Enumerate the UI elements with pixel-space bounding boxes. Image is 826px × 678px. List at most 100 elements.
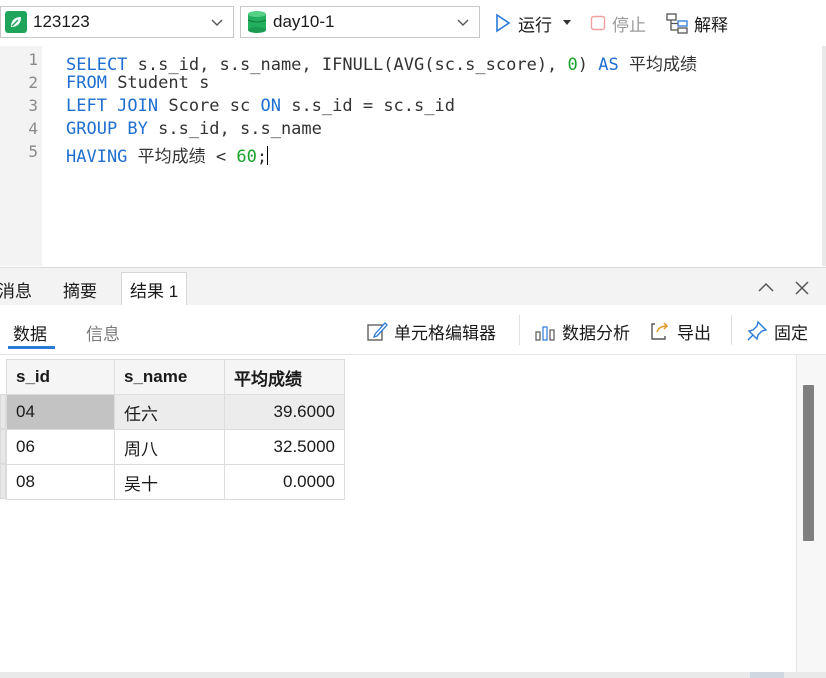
table-cell[interactable]: 任六 (114, 394, 225, 430)
cell-editor-button[interactable]: 单元格编辑器 (366, 319, 496, 343)
code-line[interactable]: GROUP BY s.s_id, s.s_name (66, 119, 322, 139)
horizontal-scrollbar[interactable] (0, 672, 826, 678)
table-cell[interactable]: 08 (6, 464, 115, 500)
sql-text: s.s_id, s.s_name (147, 119, 322, 139)
tab-info[interactable]: 信息 (86, 320, 120, 345)
sql-text: ) (577, 55, 599, 75)
table-row[interactable]: 04 任六 39.6000 (6, 394, 345, 430)
connection-leaf-icon (5, 11, 27, 33)
table-row[interactable]: 08 吴十 0.0000 (6, 464, 345, 500)
column-header[interactable]: s_id (6, 359, 115, 395)
sql-keyword: ON (260, 96, 281, 116)
toolbar: 123123 day10-1 运行 停止 解释 (0, 0, 826, 46)
code-line[interactable]: SELECT s.s_id, s.s_name, IFNULL(AVG(sc.s… (66, 50, 697, 75)
tab-summary[interactable]: 摘要 (63, 272, 97, 306)
line-number-gutter: 1 2 3 4 5 (0, 46, 42, 266)
chevron-down-icon[interactable] (211, 16, 223, 28)
stop-button[interactable]: 停止 (590, 10, 646, 36)
run-button[interactable]: 运行 (494, 10, 572, 36)
connection-select[interactable]: 123123 (0, 6, 234, 38)
scrollbar-thumb[interactable] (803, 385, 814, 541)
run-label: 运行 (518, 15, 552, 35)
line-number: 4 (28, 119, 38, 138)
table-cell[interactable]: 周八 (114, 429, 225, 465)
export-label: 导出 (677, 323, 711, 343)
data-analysis-button[interactable]: 数据分析 (534, 319, 630, 343)
table-cell[interactable]: 06 (6, 429, 115, 465)
sql-text: s.s_id = sc.s_id (280, 96, 455, 116)
stop-label: 停止 (612, 15, 646, 35)
result-subbar: 数据 信息 单元格编辑器 数据分析 导出 固定 (0, 305, 826, 355)
text-caret (267, 146, 269, 165)
column-header[interactable]: 平均成绩 (224, 359, 345, 395)
sql-keyword: SELECT (66, 55, 128, 75)
result-table: s_id s_name 平均成绩 04 任六 39.6000 06 周八 32.… (6, 359, 345, 500)
tab-summary-label: 摘要 (63, 281, 97, 301)
connection-value: 123123 (33, 12, 90, 31)
bar-chart-icon (535, 326, 555, 341)
code-line[interactable]: HAVING 平均成绩 < 60; (66, 142, 269, 167)
code-line[interactable]: FROM Student s (66, 73, 209, 93)
sql-text: ; (256, 147, 268, 167)
sql-text: Score sc (158, 96, 261, 116)
database-cylinder-icon (247, 11, 267, 33)
sql-number: 0 (567, 55, 578, 75)
sql-keyword: FROM (66, 73, 107, 93)
result-panel-tabs: 消息 摘要 结果 1 (0, 267, 826, 306)
line-number: 1 (28, 50, 38, 69)
pin-button[interactable]: 固定 (746, 319, 808, 343)
tab-messages-label: 消息 (0, 281, 32, 301)
column-header[interactable]: s_name (114, 359, 225, 395)
collapse-panel-icon[interactable] (757, 279, 775, 297)
cell-editor-label: 单元格编辑器 (394, 323, 496, 343)
table-cell[interactable]: 04 (6, 394, 115, 430)
explain-tree-icon (666, 13, 688, 34)
close-panel-icon[interactable] (793, 279, 811, 297)
sql-text: 平均成绩 < (127, 147, 237, 167)
sql-editor[interactable]: 1 2 3 4 5 SELECT s.s_id, s.s_name, IFNULL(AV… (0, 46, 822, 266)
divider (731, 315, 732, 345)
code-line[interactable]: LEFT JOIN Score sc ON s.s_id = sc.s_id (66, 96, 455, 116)
tab-data[interactable]: 数据 (13, 320, 47, 345)
chevron-down-icon[interactable] (457, 16, 469, 28)
active-tab-indicator (8, 346, 55, 349)
explain-label: 解释 (694, 15, 728, 35)
line-number: 2 (28, 73, 38, 92)
sql-text: 平均成绩 (618, 55, 697, 75)
divider (519, 315, 520, 345)
play-icon (496, 13, 511, 33)
table-cell[interactable]: 39.6000 (224, 394, 345, 430)
table-cell[interactable]: 0.0000 (224, 464, 345, 500)
data-analysis-label: 数据分析 (562, 323, 630, 343)
sql-keyword: HAVING (66, 147, 128, 167)
export-icon (651, 322, 669, 340)
tab-result-1-label: 结果 1 (130, 282, 179, 301)
table-cell[interactable]: 吴十 (114, 464, 225, 500)
database-value: day10-1 (273, 12, 335, 31)
sql-text: Student s (106, 73, 210, 93)
export-button[interactable]: 导出 (649, 319, 711, 343)
sql-keyword: GROUP BY (66, 119, 148, 139)
line-number: 3 (28, 96, 38, 115)
pin-label: 固定 (774, 323, 808, 343)
table-row[interactable]: 06 周八 32.5000 (6, 429, 345, 465)
run-dropdown-icon[interactable] (562, 19, 572, 27)
edit-pencil-icon (367, 322, 388, 341)
result-grid-area: s_id s_name 平均成绩 04 任六 39.6000 06 周八 32.… (0, 355, 796, 672)
stop-icon (590, 15, 606, 31)
sql-text: s.s_id, s.s_name, IFNULL(AVG(sc.s_score)… (127, 55, 568, 75)
grid-vertical-scrollbar[interactable] (796, 355, 826, 672)
horizontal-scrollbar-thumb[interactable] (750, 672, 784, 678)
table-cell[interactable]: 32.5000 (224, 429, 345, 465)
tab-messages[interactable]: 消息 (0, 272, 32, 306)
tab-result-1[interactable]: 结果 1 (121, 272, 188, 306)
database-select[interactable]: day10-1 (240, 6, 480, 38)
editor-scrollbar[interactable] (822, 46, 826, 266)
sql-keyword: LEFT JOIN (66, 96, 159, 116)
sql-number: 60 (236, 147, 257, 167)
header-row: s_id s_name 平均成绩 (6, 359, 345, 395)
line-number: 5 (28, 142, 38, 161)
sql-keyword: AS (598, 55, 619, 75)
pin-icon (747, 320, 768, 341)
explain-button[interactable]: 解释 (666, 10, 728, 36)
